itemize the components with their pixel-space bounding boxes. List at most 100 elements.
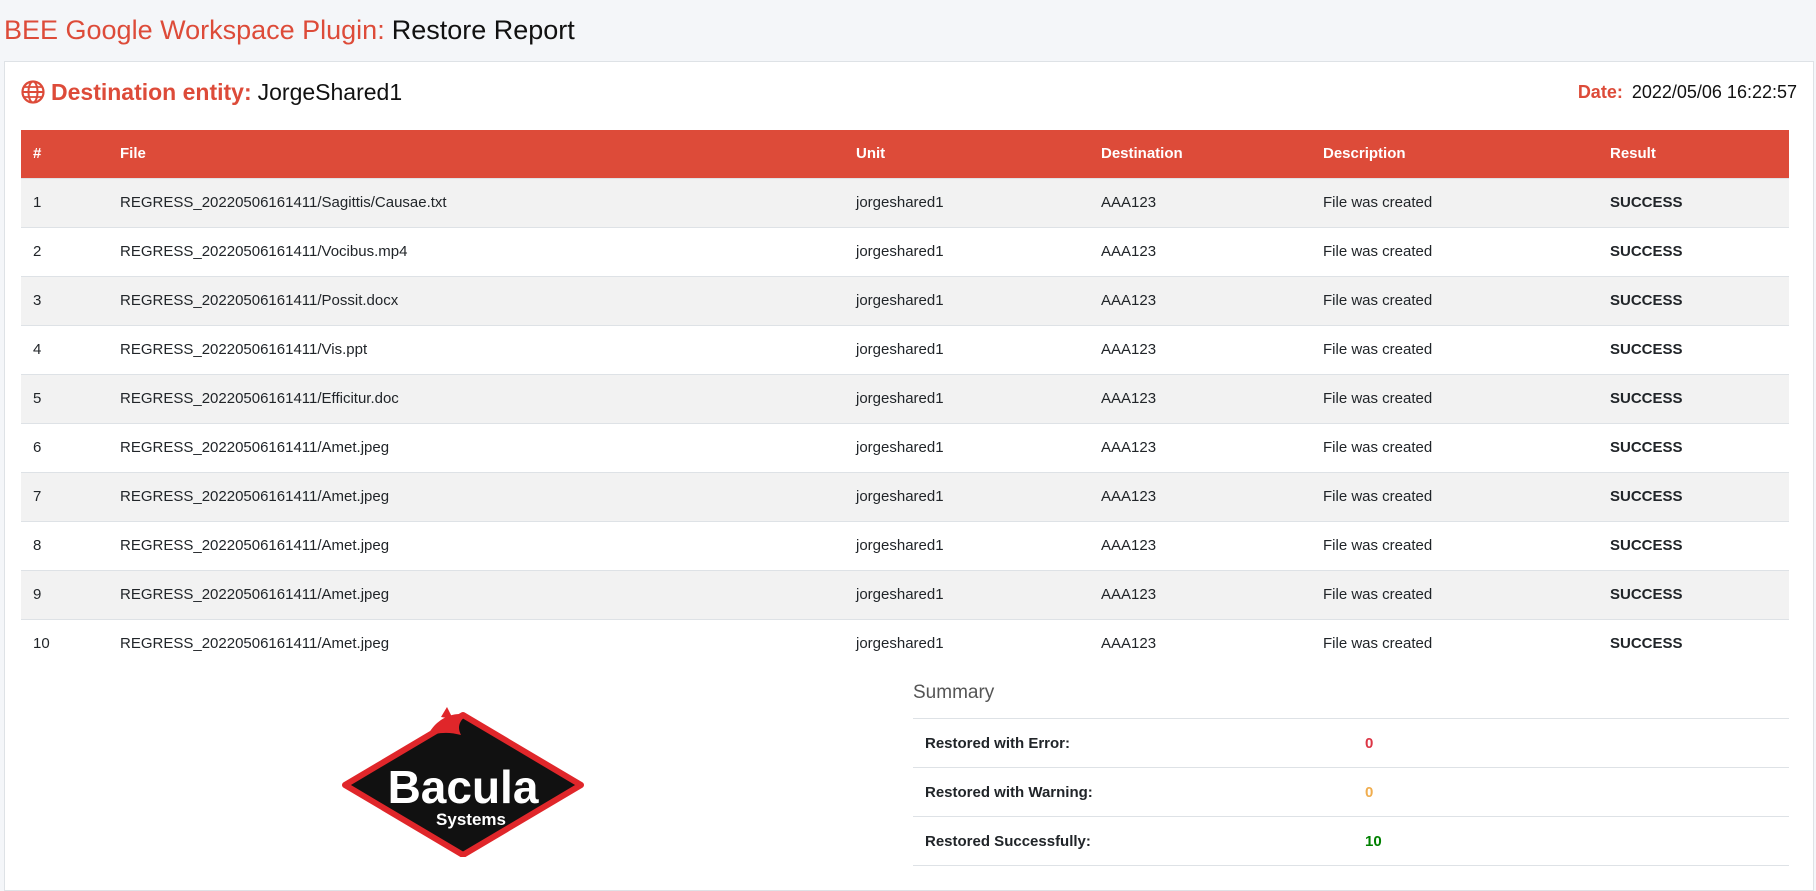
- row-destination: AAA123: [1101, 194, 1157, 211]
- entity-value: JorgeShared1: [257, 78, 403, 105]
- summary-error-label: Restored with Error:: [925, 734, 1071, 752]
- row-description: File was created: [1323, 488, 1433, 505]
- row-number: 8: [33, 537, 42, 554]
- row-unit: jorgeshared1: [856, 586, 944, 603]
- table-row: 6 REGRESS_20220506161411/Amet.jpeg jorge…: [21, 423, 1789, 472]
- destination-entity: Destination entity: JorgeShared1: [21, 79, 402, 106]
- row-number: 6: [33, 439, 42, 456]
- summary-panel: Summary Restored with Error: 0 Restored …: [913, 682, 1789, 866]
- row-number: 3: [33, 292, 42, 309]
- summary-warning-value: 0: [1365, 783, 1374, 801]
- row-result: SUCCESS: [1610, 390, 1683, 407]
- row-destination: AAA123: [1101, 390, 1157, 407]
- row-result: SUCCESS: [1610, 586, 1683, 603]
- summary-row-error: Restored with Error: 0: [913, 719, 1789, 768]
- results-table: # File Unit Destination Description Resu…: [21, 130, 1789, 668]
- row-destination: AAA123: [1101, 586, 1157, 603]
- table-row: 9 REGRESS_20220506161411/Amet.jpeg jorge…: [21, 570, 1789, 619]
- table-row: 3 REGRESS_20220506161411/Possit.docx jor…: [21, 276, 1789, 325]
- row-number: 2: [33, 243, 42, 260]
- summary-success-label: Restored Successfully:: [925, 832, 1091, 850]
- row-unit: jorgeshared1: [856, 243, 944, 260]
- row-description: File was created: [1323, 341, 1433, 358]
- row-number: 4: [33, 341, 42, 358]
- row-file: REGRESS_20220506161411/Sagittis/Causae.t…: [120, 194, 447, 211]
- table-row: 4 REGRESS_20220506161411/Vis.ppt jorgesh…: [21, 325, 1789, 374]
- row-destination: AAA123: [1101, 635, 1157, 653]
- row-result: SUCCESS: [1610, 635, 1683, 653]
- row-file: REGRESS_20220506161411/Vocibus.mp4: [120, 243, 408, 260]
- column-header-description: Description: [1323, 145, 1406, 163]
- table-row: 7 REGRESS_20220506161411/Amet.jpeg jorge…: [21, 472, 1789, 521]
- row-unit: jorgeshared1: [856, 635, 944, 653]
- row-description: File was created: [1323, 194, 1433, 211]
- summary-title: Summary: [913, 682, 1789, 719]
- summary-success-value: 10: [1365, 832, 1382, 850]
- report-panel: Destination entity: JorgeShared1 Date: 2…: [4, 61, 1814, 891]
- row-destination: AAA123: [1101, 243, 1157, 260]
- entity-label: Destination entity:: [51, 78, 252, 105]
- row-result: SUCCESS: [1610, 537, 1683, 554]
- table-body: 1 REGRESS_20220506161411/Sagittis/Causae…: [21, 178, 1789, 668]
- row-number: 9: [33, 586, 42, 603]
- row-unit: jorgeshared1: [856, 537, 944, 554]
- row-unit: jorgeshared1: [856, 390, 944, 407]
- row-file: REGRESS_20220506161411/Amet.jpeg: [120, 586, 390, 603]
- column-header-unit: Unit: [856, 145, 886, 163]
- summary-row-success: Restored Successfully: 10: [913, 817, 1789, 866]
- row-description: File was created: [1323, 292, 1433, 309]
- bacula-systems-logo: Bacula Systems: [342, 707, 584, 857]
- table-row: 10 REGRESS_20220506161411/Amet.jpeg jorg…: [21, 619, 1789, 668]
- row-result: SUCCESS: [1610, 292, 1683, 309]
- row-description: File was created: [1323, 635, 1433, 653]
- entity-bar: Destination entity: JorgeShared1 Date: 2…: [21, 72, 1797, 112]
- table-header-row: # File Unit Destination Description Resu…: [21, 130, 1789, 178]
- globe-icon: [21, 80, 45, 104]
- row-description: File was created: [1323, 586, 1433, 603]
- row-number: 5: [33, 390, 42, 407]
- row-result: SUCCESS: [1610, 243, 1683, 260]
- date-label: Date:: [1577, 81, 1623, 102]
- report-date: Date: 2022/05/06 16:22:57: [1578, 82, 1797, 103]
- row-destination: AAA123: [1101, 292, 1157, 309]
- row-file: REGRESS_20220506161411/Efficitur.doc: [120, 390, 399, 407]
- row-description: File was created: [1323, 390, 1433, 407]
- row-description: File was created: [1323, 537, 1433, 554]
- row-destination: AAA123: [1101, 488, 1157, 505]
- summary-row-warning: Restored with Warning: 0: [913, 768, 1789, 817]
- row-file: REGRESS_20220506161411/Possit.docx: [120, 292, 399, 309]
- row-destination: AAA123: [1101, 537, 1157, 554]
- row-unit: jorgeshared1: [856, 341, 944, 358]
- logo-tagline-text: Systems: [436, 810, 506, 829]
- table-row: 1 REGRESS_20220506161411/Sagittis/Causae…: [21, 178, 1789, 227]
- row-result: SUCCESS: [1610, 194, 1683, 211]
- row-description: File was created: [1323, 243, 1433, 260]
- page-title: Restore Report: [391, 14, 575, 45]
- column-header-destination: Destination: [1101, 145, 1183, 163]
- column-header-result: Result: [1610, 145, 1656, 163]
- row-file: REGRESS_20220506161411/Amet.jpeg: [120, 537, 390, 554]
- row-destination: AAA123: [1101, 439, 1157, 456]
- table-row: 8 REGRESS_20220506161411/Amet.jpeg jorge…: [21, 521, 1789, 570]
- row-result: SUCCESS: [1610, 341, 1683, 358]
- row-unit: jorgeshared1: [856, 194, 944, 211]
- page-header: BEE Google Workspace Plugin: Restore Rep…: [0, 0, 1816, 60]
- column-header-file: File: [120, 145, 146, 163]
- summary-warning-label: Restored with Warning:: [925, 783, 1093, 801]
- row-file: REGRESS_20220506161411/Amet.jpeg: [120, 635, 390, 653]
- row-description: File was created: [1323, 439, 1433, 456]
- row-number: 7: [33, 488, 42, 505]
- row-destination: AAA123: [1101, 341, 1157, 358]
- row-result: SUCCESS: [1610, 439, 1683, 456]
- table-row: 5 REGRESS_20220506161411/Efficitur.doc j…: [21, 374, 1789, 423]
- row-file: REGRESS_20220506161411/Amet.jpeg: [120, 439, 390, 456]
- plugin-name: BEE Google Workspace Plugin:: [4, 14, 385, 45]
- row-file: REGRESS_20220506161411/Vis.ppt: [120, 341, 368, 358]
- row-unit: jorgeshared1: [856, 292, 944, 309]
- logo-brand-text: Bacula: [388, 761, 539, 813]
- column-header-num: #: [33, 145, 42, 163]
- date-value: 2022/05/06 16:22:57: [1631, 81, 1797, 102]
- row-number: 10: [33, 635, 50, 653]
- row-number: 1: [33, 194, 42, 211]
- row-unit: jorgeshared1: [856, 488, 944, 505]
